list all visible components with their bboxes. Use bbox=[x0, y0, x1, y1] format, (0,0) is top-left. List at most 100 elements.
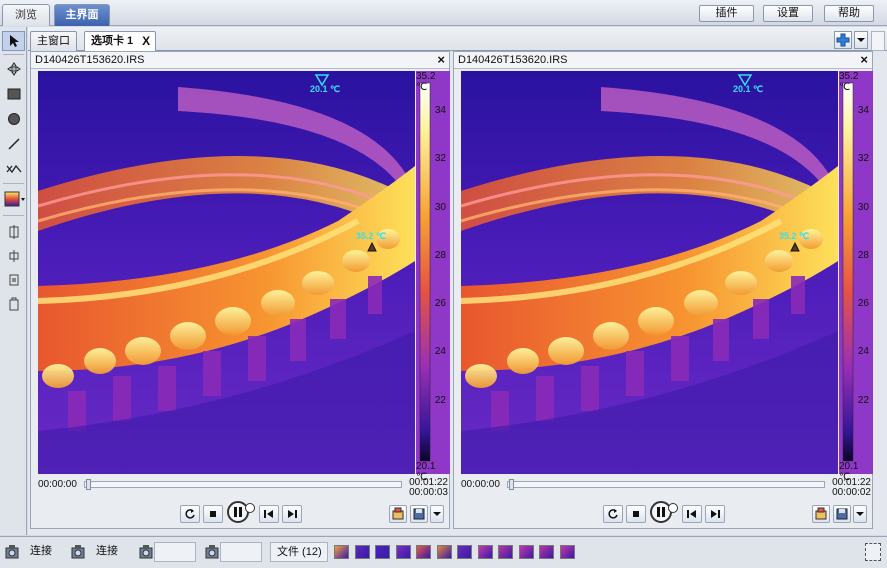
tool-3-icon[interactable] bbox=[2, 270, 25, 290]
max-temp-label: 35.2 ℃ bbox=[356, 231, 387, 241]
close-panel-icon[interactable]: × bbox=[860, 52, 868, 68]
scale-tick-label: 34 bbox=[434, 105, 446, 116]
prev-frame-icon[interactable] bbox=[259, 505, 279, 523]
file-thumbnail[interactable] bbox=[477, 545, 493, 559]
rewind-icon[interactable] bbox=[603, 505, 623, 523]
tab-main[interactable]: 主界面 bbox=[54, 4, 110, 26]
settings-button[interactable]: 设置 bbox=[763, 5, 813, 22]
camera-icon[interactable] bbox=[70, 543, 86, 561]
tab-browse[interactable]: 浏览 bbox=[2, 4, 50, 26]
time-current: 00:00:03 bbox=[409, 487, 448, 498]
top-bar: 浏览 主界面 插件 设置 帮助 bbox=[0, 0, 887, 26]
move-icon[interactable] bbox=[2, 59, 25, 79]
speed-icon[interactable] bbox=[668, 503, 678, 513]
file-thumbnail[interactable] bbox=[354, 545, 370, 559]
file-thumbnail[interactable] bbox=[457, 545, 472, 559]
min-temp-label: 20.1 ℃ bbox=[733, 84, 764, 94]
connect-slot-4 bbox=[220, 542, 262, 562]
rewind-icon[interactable] bbox=[180, 505, 200, 523]
polyline-icon[interactable] bbox=[2, 159, 25, 179]
panel-header: D140426T153620.IRS × bbox=[31, 52, 449, 69]
tab-main-window[interactable]: 主窗口 bbox=[30, 31, 77, 51]
file-thumbnail[interactable] bbox=[375, 545, 390, 559]
main-area: 主窗口 选项卡 1 X D140426T153620.IRS × 20.1 ℃ … bbox=[28, 27, 887, 535]
save-icon[interactable] bbox=[833, 505, 851, 523]
timeline: 00:00:00 00:01:22 00:00:03 bbox=[38, 477, 448, 499]
prev-frame-icon[interactable] bbox=[682, 505, 702, 523]
scale-max-label: 35.2 ℃ bbox=[839, 71, 859, 93]
scale-tick-label: 28 bbox=[434, 250, 446, 261]
seek-track[interactable] bbox=[84, 481, 402, 488]
scale-tick-label: 26 bbox=[434, 298, 446, 309]
help-button[interactable]: 帮助 bbox=[824, 5, 874, 22]
scale-tick-label: 24 bbox=[857, 346, 869, 357]
resize-grip-icon[interactable] bbox=[865, 543, 881, 561]
seek-handle[interactable] bbox=[509, 479, 514, 490]
scale-tick-label: 32 bbox=[857, 153, 869, 164]
max-temp-label: 35.2 ℃ bbox=[779, 231, 810, 241]
next-frame-icon[interactable] bbox=[282, 505, 302, 523]
palette-select-icon[interactable] bbox=[812, 505, 830, 523]
file-thumbnail[interactable] bbox=[334, 545, 349, 559]
view-menu-dropdown[interactable] bbox=[854, 31, 868, 49]
scale-tick-label: 26 bbox=[857, 298, 869, 309]
connect-label-2: 连接 bbox=[96, 545, 118, 557]
color-scale: 35.2 ℃ 34 32 30 28 26 24 22 20.1 ℃ bbox=[839, 71, 873, 483]
scale-tick-label: 30 bbox=[857, 202, 869, 213]
save-options-dropdown[interactable] bbox=[430, 505, 444, 523]
scale-tick-label: 34 bbox=[857, 105, 869, 116]
scroll-handle[interactable] bbox=[871, 31, 885, 51]
connect-slot-3 bbox=[154, 542, 196, 562]
thermal-image[interactable]: 20.1 ℃ 35.2 ℃ bbox=[38, 71, 415, 474]
add-view-icon[interactable] bbox=[834, 31, 852, 49]
camera-icon[interactable] bbox=[4, 543, 20, 561]
plugin-button[interactable]: 插件 bbox=[699, 5, 754, 22]
tool-1-icon[interactable] bbox=[2, 222, 25, 242]
pointer-icon[interactable] bbox=[2, 31, 25, 51]
speed-icon[interactable] bbox=[245, 503, 255, 513]
playback-controls bbox=[31, 501, 449, 527]
file-thumbnail[interactable] bbox=[498, 545, 513, 559]
camera-icon[interactable] bbox=[204, 543, 220, 561]
seek-handle[interactable] bbox=[86, 479, 91, 490]
save-options-dropdown[interactable] bbox=[853, 505, 867, 523]
thermal-image[interactable]: 20.1 ℃ 35.2 ℃ bbox=[461, 71, 838, 474]
timeline: 00:00:00 00:01:22 00:00:02 bbox=[461, 477, 871, 499]
scale-tick-label: 24 bbox=[434, 346, 446, 357]
save-icon[interactable] bbox=[410, 505, 428, 523]
file-thumbnail[interactable] bbox=[539, 545, 554, 559]
palette-icon[interactable] bbox=[2, 189, 27, 209]
playback-controls bbox=[454, 501, 872, 527]
seek-track[interactable] bbox=[507, 481, 825, 488]
file-thumbnail[interactable] bbox=[436, 545, 452, 559]
scale-tick-label: 28 bbox=[857, 250, 869, 261]
ellipse-icon[interactable] bbox=[2, 109, 25, 129]
tool-4-icon[interactable] bbox=[2, 294, 25, 314]
stop-icon[interactable] bbox=[626, 505, 646, 523]
time-start: 00:00:00 bbox=[38, 479, 77, 490]
file-thumbnail[interactable] bbox=[395, 545, 411, 559]
tool-palette bbox=[0, 27, 27, 535]
rectangle-icon[interactable] bbox=[2, 84, 25, 104]
file-name: D140426T153620.IRS bbox=[458, 54, 568, 66]
file-thumbnail[interactable] bbox=[416, 545, 431, 559]
scale-tick-label: 30 bbox=[434, 202, 446, 213]
min-temp-label: 20.1 ℃ bbox=[310, 84, 341, 94]
camera-icon[interactable] bbox=[138, 543, 154, 561]
tab-option-1-label: 选项卡 1 bbox=[91, 35, 134, 47]
scale-tick-label: 32 bbox=[434, 153, 446, 164]
tab-option-1[interactable]: 选项卡 1 X bbox=[84, 31, 157, 51]
line-icon[interactable] bbox=[2, 134, 25, 154]
stop-icon[interactable] bbox=[203, 505, 223, 523]
file-thumbnail[interactable] bbox=[559, 545, 575, 559]
close-tab-icon[interactable]: X bbox=[142, 32, 150, 50]
palette-select-icon[interactable] bbox=[389, 505, 407, 523]
file-count[interactable]: 文件 (12) bbox=[270, 542, 328, 562]
thermal-view-panel: D140426T153620.IRS × 20.1 ℃ 35.2 ℃ 35.2 … bbox=[30, 51, 450, 529]
close-panel-icon[interactable]: × bbox=[437, 52, 445, 68]
next-frame-icon[interactable] bbox=[705, 505, 725, 523]
file-thumbnail[interactable] bbox=[518, 545, 534, 559]
color-scale: 35.2 ℃ 34 32 30 28 26 24 22 20.1 ℃ bbox=[416, 71, 450, 483]
tool-2-icon[interactable] bbox=[2, 246, 25, 266]
thermal-view-panel: D140426T153620.IRS × 20.1 ℃ 35.2 ℃ 35.2 … bbox=[453, 51, 873, 529]
